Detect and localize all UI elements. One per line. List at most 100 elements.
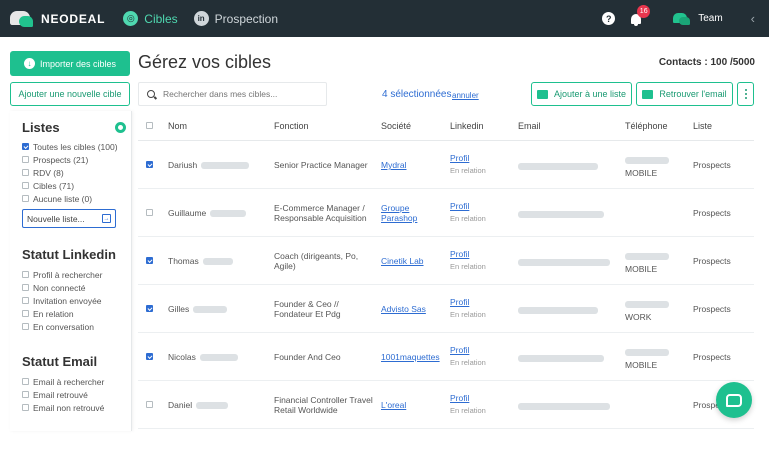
linkedin-status-item-checkbox[interactable] bbox=[22, 271, 29, 278]
nav-cibles[interactable]: ◎ Cibles bbox=[123, 11, 178, 26]
col-societe[interactable]: Société bbox=[381, 121, 411, 131]
contact-name[interactable]: Daniel bbox=[168, 400, 229, 410]
notifications-bell[interactable]: 16 bbox=[629, 4, 651, 26]
help-icon[interactable]: ? bbox=[602, 12, 616, 25]
table-row[interactable]: Dariush Senior Practice Manager Mydral Prof… bbox=[138, 141, 754, 189]
linkedin-profile-link[interactable]: Profil bbox=[450, 345, 486, 355]
table-row[interactable]: Nicolas Founder And Ceo 1001maquettes Profi… bbox=[138, 333, 754, 381]
table-row[interactable]: Gilles Founder & Ceo //Fondateur Et Pdg Ad… bbox=[138, 285, 754, 333]
email-cell[interactable] bbox=[518, 353, 604, 363]
select-all-checkbox[interactable] bbox=[146, 122, 153, 129]
email-cell[interactable] bbox=[518, 209, 604, 219]
search-box[interactable] bbox=[138, 82, 327, 106]
list-filter-item[interactable]: RDV (8) bbox=[22, 166, 126, 179]
col-telephone[interactable]: Téléphone bbox=[625, 121, 668, 131]
linkedin-status-item[interactable]: Invitation envoyée bbox=[22, 294, 116, 307]
linkedin-status-item-checkbox[interactable] bbox=[22, 323, 29, 330]
linkedin-profile-link[interactable]: Profil bbox=[450, 393, 486, 403]
row-checkbox[interactable] bbox=[146, 401, 153, 408]
cancel-selection-link[interactable]: annuler bbox=[452, 91, 479, 100]
linkedin-status-item-checkbox[interactable] bbox=[22, 310, 29, 317]
company-link[interactable]: Mydral bbox=[381, 160, 407, 170]
linkedin-profile-link[interactable]: Profil bbox=[450, 297, 486, 307]
find-email-button[interactable]: Retrouver l'email bbox=[636, 82, 733, 106]
search-input[interactable] bbox=[163, 89, 323, 99]
email-status-item[interactable]: Email retrouvé bbox=[22, 388, 104, 401]
email-status-item-checkbox[interactable] bbox=[22, 391, 29, 398]
table-row[interactable]: Thomas Coach (dirigeants, Po, Agile) Cineti… bbox=[138, 237, 754, 285]
list-filter-item[interactable]: Prospects (21) bbox=[22, 153, 126, 166]
contact-name[interactable]: Thomas bbox=[168, 256, 233, 266]
linkedin-status-title: Statut Linkedin bbox=[22, 247, 116, 262]
email-status-item[interactable]: Email à rechercher bbox=[22, 375, 104, 388]
col-liste[interactable]: Liste bbox=[693, 121, 712, 131]
list-filter-item[interactable]: Cibles (71) bbox=[22, 179, 126, 192]
new-list-input[interactable]: Nouvelle liste... → bbox=[22, 209, 116, 228]
linkedin-profile-link[interactable]: Profil bbox=[450, 201, 486, 211]
first-name: Dariush bbox=[168, 160, 198, 170]
row-checkbox[interactable] bbox=[146, 353, 153, 360]
company-link[interactable]: Groupe Parashop bbox=[381, 203, 417, 223]
phone-cell: WORK bbox=[625, 299, 669, 323]
job-title: E-Commerce Manager / Responsable Acquisit… bbox=[274, 203, 367, 223]
list-filter-item-checkbox[interactable] bbox=[22, 195, 29, 202]
contact-name[interactable]: Guillaume bbox=[168, 208, 247, 218]
list-filter-item[interactable]: Toutes les cibles (100) bbox=[22, 140, 126, 153]
table-row[interactable]: Daniel Financial Controller Travel Retail … bbox=[138, 381, 754, 429]
table-row[interactable]: Guillaume E-Commerce Manager / Responsable… bbox=[138, 189, 754, 237]
linkedin-status-item[interactable]: En relation bbox=[22, 307, 116, 320]
linkedin-relation-status: En relation bbox=[450, 214, 486, 223]
chat-button[interactable] bbox=[716, 382, 752, 418]
team-avatar-icon[interactable] bbox=[673, 12, 691, 26]
email-cell[interactable] bbox=[518, 305, 598, 315]
company-link[interactable]: L'oreal bbox=[381, 400, 406, 410]
linkedin-status-item-checkbox[interactable] bbox=[22, 284, 29, 291]
team-name[interactable]: Team bbox=[698, 13, 722, 24]
nav-cibles-label: Cibles bbox=[144, 11, 178, 26]
list-filter-item-checkbox[interactable] bbox=[22, 156, 29, 163]
col-email[interactable]: Email bbox=[518, 121, 541, 131]
submit-arrow-icon[interactable]: → bbox=[102, 214, 111, 223]
linkedin-profile-link[interactable]: Profil bbox=[450, 153, 486, 163]
col-fonction[interactable]: Fonction bbox=[274, 121, 309, 131]
linkedin-profile-link[interactable]: Profil bbox=[450, 249, 486, 259]
email-status-item-checkbox[interactable] bbox=[22, 404, 29, 411]
contact-name[interactable]: Nicolas bbox=[168, 352, 238, 362]
more-actions-button[interactable] bbox=[737, 82, 754, 106]
import-targets-button[interactable]: ↓ Importer des cibles bbox=[10, 51, 130, 76]
list-filter-item[interactable]: Aucune liste (0) bbox=[22, 192, 126, 205]
linkedin-status-item[interactable]: Profil à rechercher bbox=[22, 268, 116, 281]
col-nom[interactable]: Nom bbox=[168, 121, 187, 131]
add-target-button[interactable]: Ajouter une nouvelle cible bbox=[10, 82, 130, 106]
linkedin-status-item[interactable]: En conversation bbox=[22, 320, 116, 333]
company-link[interactable]: Advisto Sas bbox=[381, 304, 426, 314]
import-targets-label: Importer des cibles bbox=[39, 58, 117, 69]
add-to-list-button[interactable]: Ajouter à une liste bbox=[531, 82, 632, 106]
list-filter-item-checkbox[interactable] bbox=[22, 143, 29, 150]
company-link[interactable]: Cinetik Lab bbox=[381, 256, 424, 266]
email-cell[interactable] bbox=[518, 401, 610, 411]
email-status-item-checkbox[interactable] bbox=[22, 378, 29, 385]
row-checkbox[interactable] bbox=[146, 305, 153, 312]
nav-prospection-label: Prospection bbox=[214, 11, 279, 26]
row-checkbox[interactable] bbox=[146, 209, 153, 216]
email-cell[interactable] bbox=[518, 161, 598, 171]
nav-prospection[interactable]: in Prospection bbox=[193, 11, 279, 26]
chevron-left-icon[interactable]: ‹ bbox=[751, 11, 755, 26]
email-cell[interactable] bbox=[518, 257, 610, 267]
linkedin-status-item-checkbox[interactable] bbox=[22, 297, 29, 304]
list-filter-item-checkbox[interactable] bbox=[22, 169, 29, 176]
list-filter-item-checkbox[interactable] bbox=[22, 182, 29, 189]
linkedin-status-item[interactable]: Non connecté bbox=[22, 281, 116, 294]
email-status-item[interactable]: Email non retrouvé bbox=[22, 401, 104, 414]
row-checkbox[interactable] bbox=[146, 257, 153, 264]
linkedin-relation-status: En relation bbox=[450, 262, 486, 271]
contact-name[interactable]: Dariush bbox=[168, 160, 250, 170]
row-checkbox[interactable] bbox=[146, 161, 153, 168]
linkedin-cell: Profil En relation bbox=[450, 393, 486, 415]
col-linkedin[interactable]: Linkedin bbox=[450, 121, 484, 131]
contact-name[interactable]: Gilles bbox=[168, 304, 228, 314]
company-link[interactable]: 1001maquettes bbox=[381, 352, 440, 362]
gear-icon[interactable] bbox=[115, 121, 126, 133]
brand[interactable]: NEODEAL bbox=[10, 9, 105, 29]
